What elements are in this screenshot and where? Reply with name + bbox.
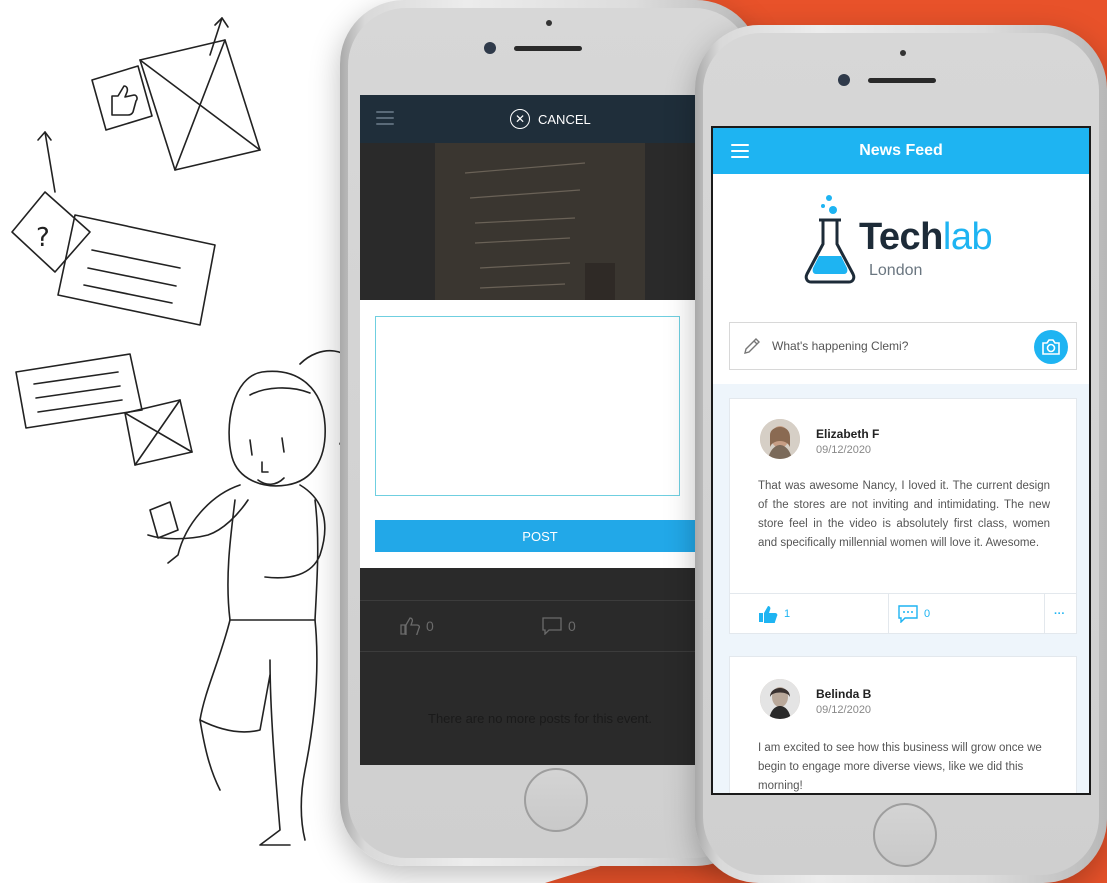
action-divider [1044, 594, 1045, 634]
comment-icon [898, 605, 918, 623]
left-phone-camera [484, 42, 496, 54]
like-count: 1 [784, 608, 791, 620]
thumbs-up-icon [759, 606, 778, 623]
flask-icon [804, 195, 856, 284]
left-phone-speaker [514, 46, 582, 51]
post-body: That was awesome Nancy, I loved it. The … [758, 480, 1050, 549]
post-date: 09/12/2020 [816, 444, 872, 456]
like-card-drawing [91, 65, 153, 131]
camera-button[interactable] [1034, 330, 1068, 364]
compose-modal: POST [360, 300, 700, 568]
cancel-label: CANCEL [538, 111, 591, 127]
avatar [760, 679, 800, 719]
right-phone-speaker [868, 78, 936, 83]
logo-wordmark: Techlab [859, 216, 993, 258]
techlab-logo: Techlab London [801, 192, 1021, 292]
no-more-posts-text: There are no more posts for this event. [428, 711, 652, 726]
right-phone-sensor [900, 50, 906, 56]
cancel-button[interactable]: ✕ CANCEL [510, 109, 591, 129]
avatar [760, 419, 800, 459]
more-icon[interactable]: ··· [1054, 594, 1065, 634]
question-card-drawing: ? [11, 131, 216, 326]
logo-city: London [869, 262, 923, 279]
left-phone-screen: ✕ CANCEL POST 0 0 There are no more post… [360, 95, 700, 765]
post-text-input[interactable] [375, 316, 680, 496]
like-button[interactable]: 1 [758, 594, 790, 634]
left-comment-button[interactable]: 0 [542, 617, 576, 635]
left-app-header: ✕ CANCEL [360, 95, 700, 143]
composer-input[interactable]: What's happening Clemi? [729, 322, 1077, 370]
post-label: POST [522, 528, 558, 544]
left-like-count: 0 [426, 618, 434, 634]
news-feed-list: Elizabeth F 09/12/2020 That was awesome … [713, 384, 1089, 793]
post-body: I am excited to see how this business wi… [758, 742, 1042, 792]
left-phone-sensor [546, 20, 552, 26]
post-author[interactable]: Belinda B [816, 687, 871, 701]
camera-icon [1042, 339, 1060, 355]
comment-count: 0 [924, 608, 931, 620]
left-phone-home-button[interactable] [524, 768, 588, 832]
close-circle-icon: ✕ [510, 109, 530, 129]
svg-text:?: ? [36, 223, 50, 253]
post-actions: 1 0 ··· [730, 593, 1076, 634]
page-title: News Feed [859, 142, 943, 159]
composer-placeholder: What's happening Clemi? [772, 339, 909, 353]
news-feed-header: News Feed [713, 128, 1089, 174]
person-drawing [147, 350, 361, 846]
comment-icon [542, 617, 562, 635]
envelope-large-drawing [139, 17, 261, 171]
message-cards-drawing [15, 353, 193, 466]
comment-button[interactable]: 0 [898, 594, 930, 634]
menu-icon[interactable] [376, 111, 394, 125]
right-phone-home-button[interactable] [873, 803, 937, 867]
post-button[interactable]: POST [375, 520, 700, 552]
thumbs-up-icon [400, 617, 420, 635]
right-phone-camera [838, 74, 850, 86]
post-author[interactable]: Elizabeth F [816, 427, 879, 441]
action-divider [888, 594, 889, 634]
post-card: Belinda B 09/12/2020 I am excited to see… [729, 656, 1077, 793]
left-like-button[interactable]: 0 [400, 617, 434, 635]
left-post-actions: 0 0 [360, 600, 700, 652]
post-date: 09/12/2020 [816, 704, 872, 716]
post-card: Elizabeth F 09/12/2020 That was awesome … [729, 398, 1077, 634]
left-comment-count: 0 [568, 618, 576, 634]
right-phone-screen: News Feed Techlab London What's happenin… [711, 126, 1091, 795]
pencil-icon [744, 338, 760, 354]
